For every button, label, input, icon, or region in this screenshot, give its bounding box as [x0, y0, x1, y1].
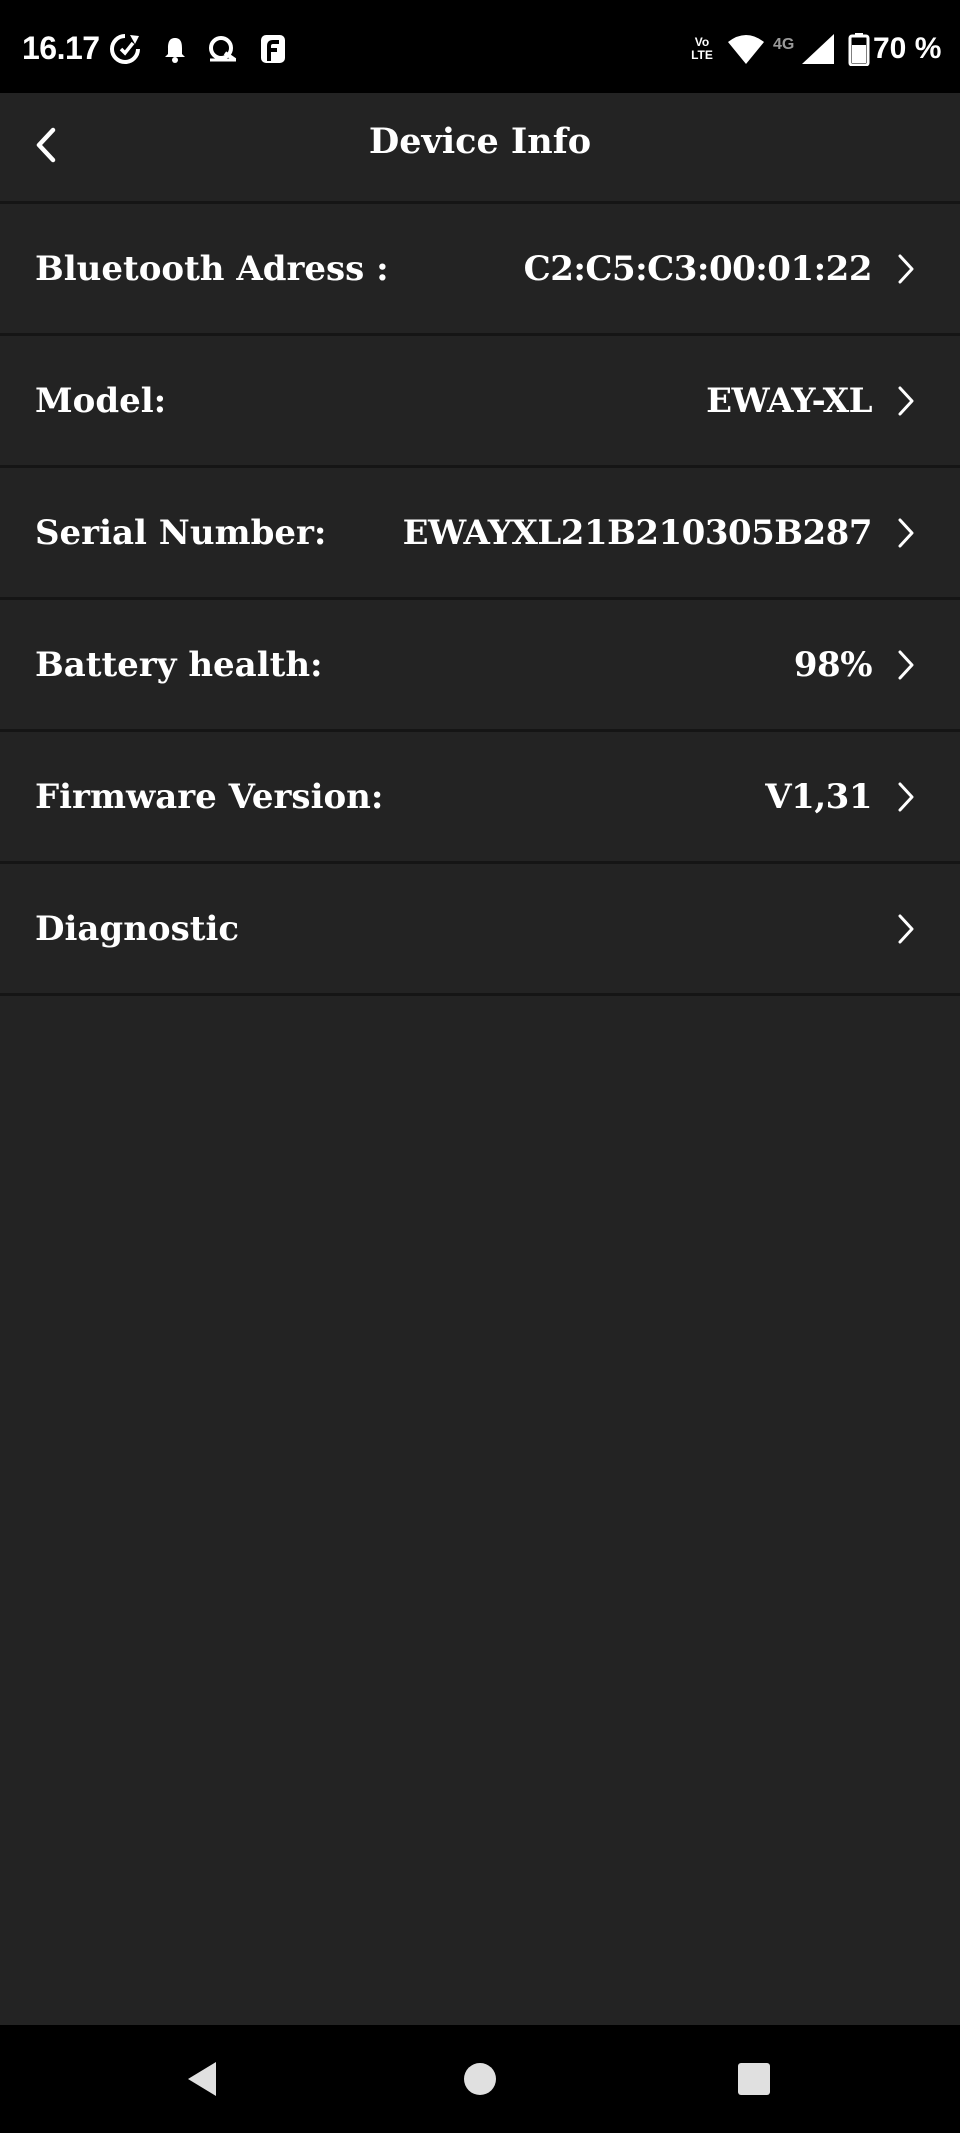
row-model[interactable]: Model: EWAY-XL	[0, 336, 960, 468]
battery-percentage: 70 %	[873, 32, 942, 65]
row-diagnostic[interactable]: Diagnostic	[0, 864, 960, 996]
chevron-right-icon	[896, 913, 916, 945]
wifi-icon	[726, 32, 766, 66]
row-battery-health[interactable]: Battery health: 98%	[0, 600, 960, 732]
signal-icon	[800, 32, 836, 66]
volte-indicator: Vo LTE	[688, 36, 716, 62]
row-label: Serial Number:	[35, 512, 327, 553]
row-value: C2:C5:C3:00:01:22	[523, 248, 873, 289]
volte-bottom-text: LTE	[691, 48, 713, 62]
row-label: Firmware Version:	[35, 776, 384, 817]
row-value: EWAY-XL	[706, 380, 872, 421]
row-label: Model:	[35, 380, 167, 421]
back-triangle-icon[interactable]	[180, 2055, 228, 2103]
app-header: Device Info	[0, 93, 960, 204]
chevron-right-icon	[896, 517, 916, 549]
bell-icon	[160, 32, 190, 66]
app-f-icon	[258, 32, 288, 66]
row-value: EWAYXL21B210305B287	[402, 512, 873, 553]
volte-top-text: Vo	[694, 35, 710, 49]
network-type: 4G	[773, 36, 795, 53]
device-info-screen: 16.17 Vo LTE 4G 70 % Device Info Bluetoo…	[0, 0, 960, 2133]
row-value: 98%	[793, 644, 873, 685]
sync-icon	[108, 32, 142, 66]
row-label: Battery health:	[35, 644, 323, 685]
status-bar: 16.17 Vo LTE 4G 70 %	[0, 0, 960, 93]
search-app-icon	[206, 32, 240, 66]
battery-icon	[848, 32, 870, 66]
device-info-list: Bluetooth Adress : C2:C5:C3:00:01:22 Mod…	[0, 204, 960, 996]
page-title: Device Info	[368, 121, 592, 162]
row-serial-number[interactable]: Serial Number: EWAYXL21B210305B287	[0, 468, 960, 600]
chevron-right-icon	[896, 649, 916, 681]
recents-square-icon[interactable]	[730, 2055, 778, 2103]
home-circle-icon[interactable]	[456, 2055, 504, 2103]
status-time: 16.17	[22, 30, 100, 66]
row-firmware-version[interactable]: Firmware Version: V1,31	[0, 732, 960, 864]
system-nav-bar	[0, 2025, 960, 2133]
row-label: Diagnostic	[35, 908, 240, 949]
chevron-right-icon	[896, 385, 916, 417]
chevron-right-icon	[896, 253, 916, 285]
row-label: Bluetooth Adress :	[35, 248, 389, 289]
row-bluetooth-address[interactable]: Bluetooth Adress : C2:C5:C3:00:01:22	[0, 204, 960, 336]
chevron-right-icon	[896, 781, 916, 813]
row-value: V1,31	[765, 776, 872, 817]
